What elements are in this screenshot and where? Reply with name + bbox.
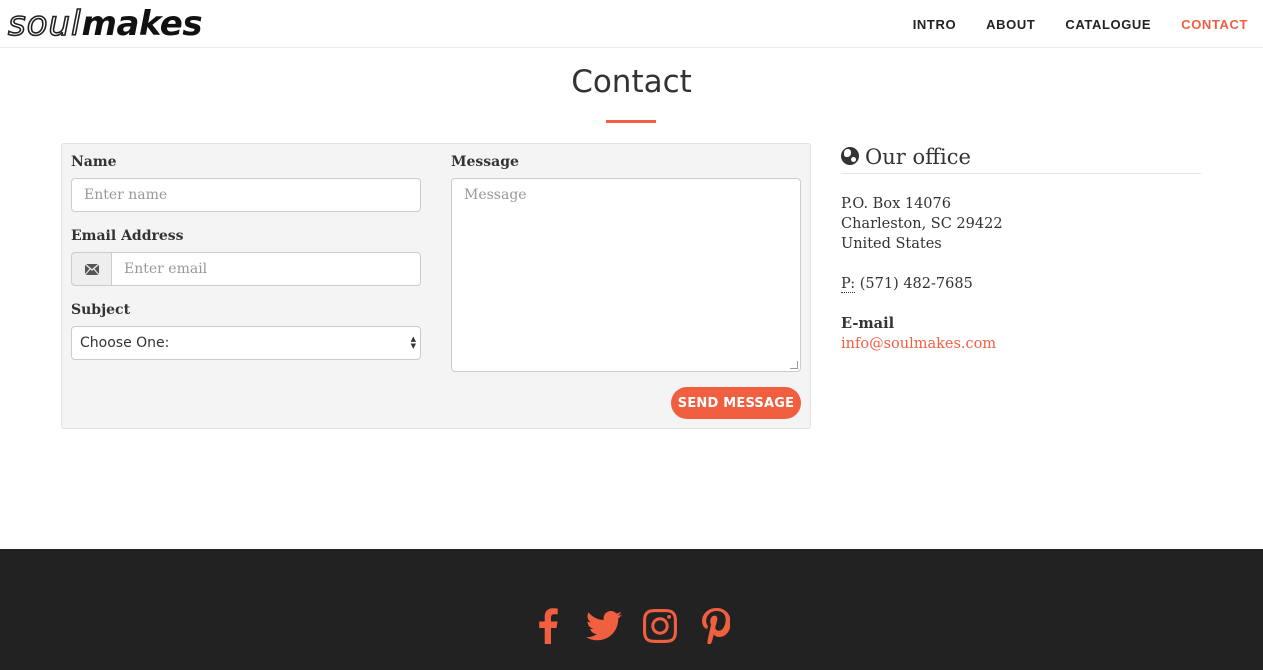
email-input-group (71, 252, 421, 286)
nav-catalogue[interactable]: CATALOGUE (1065, 17, 1151, 32)
email-heading: E-mail (841, 315, 895, 332)
phone-number: (571) 482-7685 (859, 276, 973, 292)
phone-abbr: P: (841, 276, 856, 293)
name-input[interactable] (84, 187, 420, 203)
email-input[interactable] (124, 261, 420, 277)
office-phone: P: (571) 482-7685 (841, 274, 1201, 294)
nav-about[interactable]: ABOUT (986, 17, 1035, 32)
main-nav: INTRO ABOUT CATALOGUE CONTACT (883, 0, 1248, 48)
contact-form: Name Email Address Subject Choose One: ▲… (61, 143, 811, 429)
navbar: soul makes INTRO ABOUT CATALOGUE CONTACT (0, 0, 1263, 48)
address-line: P.O. Box 14076 (841, 196, 951, 212)
globe-icon (841, 147, 859, 165)
email-field[interactable] (111, 252, 421, 286)
send-message-button[interactable]: SEND MESSAGE (671, 387, 801, 419)
subject-selected-value: Choose One: (80, 335, 170, 351)
email-label: Email Address (71, 228, 184, 244)
office-address: P.O. Box 14076 Charleston, SC 29422 Unit… (841, 194, 1201, 254)
office-email-link[interactable]: info@soulmakes.com (841, 334, 1201, 354)
instagram-icon[interactable] (642, 607, 678, 645)
subject-select[interactable]: Choose One: ▲ ▼ (71, 326, 421, 360)
office-heading: Our office (841, 143, 1201, 174)
logo[interactable]: soul makes (7, 4, 203, 44)
envelope-icon (71, 252, 111, 286)
message-label: Message (451, 154, 519, 170)
nav-contact[interactable]: CONTACT (1181, 17, 1248, 32)
facebook-icon[interactable] (530, 607, 566, 645)
footer (0, 549, 1263, 670)
address-line: Charleston, SC 29422 (841, 216, 1003, 232)
twitter-icon[interactable] (585, 607, 622, 645)
office-title: Our office (865, 145, 971, 169)
address-line: United States (841, 236, 942, 252)
select-arrows-icon: ▲ ▼ (410, 335, 416, 350)
name-label: Name (71, 154, 117, 170)
name-field[interactable] (71, 178, 421, 212)
resize-grip-icon[interactable] (790, 361, 798, 369)
pinterest-icon[interactable] (698, 607, 734, 645)
message-textarea[interactable] (464, 187, 788, 363)
office-info: Our office P.O. Box 14076 Charleston, SC… (841, 143, 1201, 354)
logo-makes-text: makes (81, 4, 203, 44)
social-links (0, 607, 1263, 645)
nav-intro[interactable]: INTRO (913, 17, 956, 32)
title-divider (606, 120, 656, 123)
subject-label: Subject (71, 302, 131, 318)
page-title: Contact (571, 64, 692, 100)
message-field[interactable] (451, 178, 801, 372)
logo-soul-text: soul (7, 4, 82, 44)
